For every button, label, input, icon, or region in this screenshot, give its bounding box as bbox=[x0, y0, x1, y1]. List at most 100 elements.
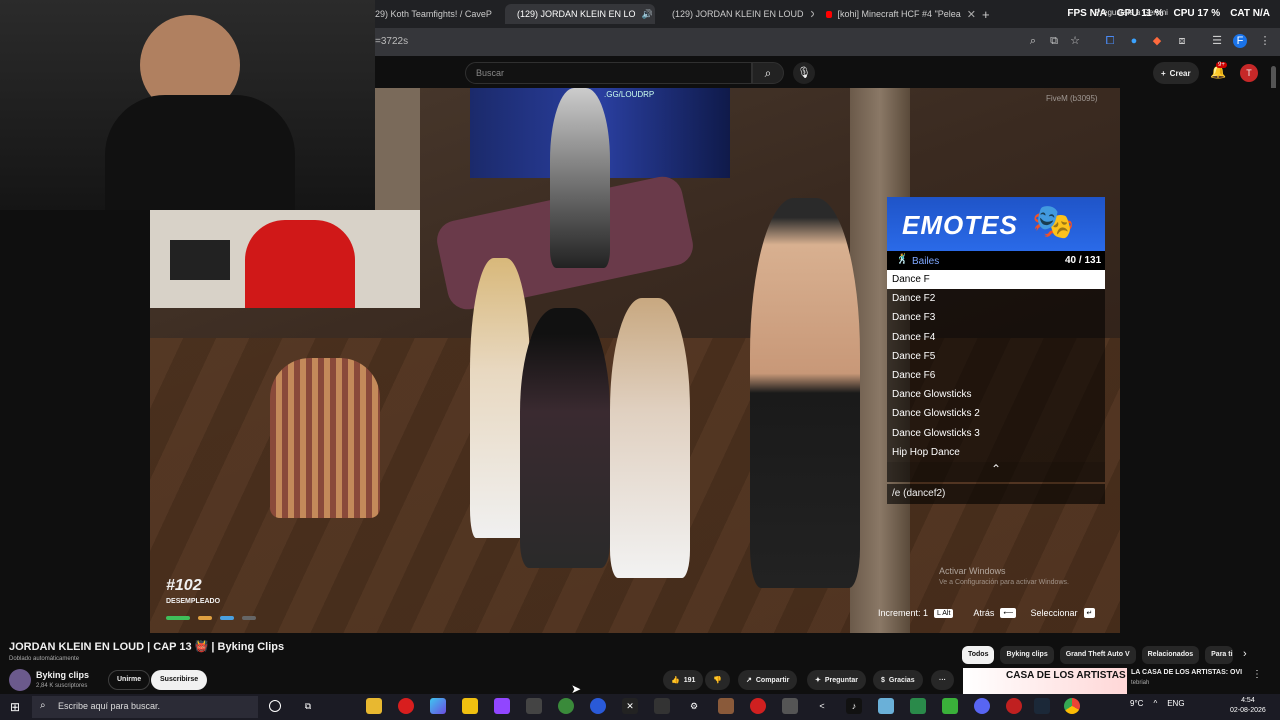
chevron-right-icon[interactable]: › bbox=[1243, 648, 1247, 660]
chip-gta[interactable]: Grand Theft Auto V bbox=[1059, 646, 1136, 664]
copilot-icon[interactable] bbox=[430, 698, 446, 714]
speaker-icon[interactable]: 🔊 bbox=[642, 9, 653, 20]
settings-gear-icon[interactable]: ⚙ bbox=[686, 698, 702, 714]
chip-all[interactable]: Todos bbox=[962, 646, 995, 664]
emote-item[interactable]: Hip Hop Dance bbox=[887, 442, 1105, 462]
emote-item[interactable]: Dance F4 bbox=[887, 327, 1105, 347]
stamina-bar bbox=[242, 616, 256, 620]
taskbar-clock[interactable]: 4:54 02-08-2026 bbox=[1230, 696, 1266, 716]
emote-command: /e (dancef2) bbox=[887, 484, 1105, 504]
mouse-cursor-icon: ➤ bbox=[571, 682, 582, 696]
app-icon[interactable] bbox=[718, 698, 734, 714]
chip-channel[interactable]: Byking clips bbox=[1000, 646, 1054, 664]
player-hud bbox=[166, 616, 276, 622]
browser-tab[interactable]: (129) JORDAN KLEIN EN LOUD ✕ bbox=[666, 4, 814, 24]
emote-item[interactable]: Dance Glowsticks 2 bbox=[887, 404, 1105, 424]
cortana-icon[interactable] bbox=[269, 700, 281, 712]
twitch-icon[interactable] bbox=[494, 698, 510, 714]
extension-icon[interactable]: ● bbox=[1127, 34, 1141, 48]
join-button[interactable]: Unirme bbox=[108, 670, 151, 690]
search-icon[interactable]: ⌕ bbox=[752, 62, 784, 84]
capcut-icon[interactable]: ✕ bbox=[622, 698, 638, 714]
dislike-button[interactable]: 👎 bbox=[705, 670, 730, 690]
close-icon[interactable]: ✕ bbox=[810, 8, 814, 21]
emote-item[interactable]: Dance F5 bbox=[887, 346, 1105, 366]
emote-item[interactable]: Dance Glowsticks bbox=[887, 385, 1105, 405]
app-icon[interactable] bbox=[782, 698, 798, 714]
new-tab-button[interactable]: + bbox=[982, 4, 996, 24]
notification-badge: 9+ bbox=[1216, 62, 1227, 68]
ask-button[interactable]: ✦ Preguntar bbox=[807, 670, 866, 690]
reading-list-icon[interactable]: ☰ bbox=[1210, 34, 1224, 48]
avatar[interactable]: T bbox=[1240, 64, 1258, 82]
file-explorer-icon[interactable] bbox=[366, 698, 382, 714]
search-input[interactable]: Buscar bbox=[465, 62, 752, 84]
task-view-icon[interactable]: ⧉ bbox=[300, 698, 316, 714]
microphone-icon[interactable]: 🎙 bbox=[793, 62, 815, 84]
close-icon[interactable]: ✕ bbox=[967, 8, 976, 21]
subscribe-button[interactable]: Suscribirse bbox=[151, 670, 208, 690]
steam-icon[interactable] bbox=[1034, 698, 1050, 714]
like-button[interactable]: 👍 191 bbox=[663, 670, 704, 690]
app-icon[interactable] bbox=[526, 698, 542, 714]
app-icon[interactable]: < bbox=[814, 698, 830, 714]
app-icon[interactable] bbox=[558, 698, 574, 714]
person-red-hoodie bbox=[245, 220, 355, 308]
chip-for-you[interactable]: Para ti bbox=[1205, 646, 1234, 664]
emote-item[interactable]: Dance F2 bbox=[887, 289, 1105, 309]
webcam-background bbox=[375, 88, 420, 210]
windows-start-icon[interactable]: ⊞ bbox=[10, 700, 20, 714]
menu-dots-icon[interactable]: ⋮ bbox=[1258, 34, 1272, 48]
app-icon[interactable] bbox=[878, 698, 894, 714]
minecraft-icon[interactable] bbox=[942, 698, 958, 714]
weather-readout[interactable]: 9°C bbox=[1130, 699, 1143, 708]
chip-related[interactable]: Relacionados bbox=[1141, 646, 1200, 664]
app-icon[interactable] bbox=[654, 698, 670, 714]
emotes-category: Bailes bbox=[912, 256, 940, 267]
app-icon[interactable] bbox=[750, 698, 766, 714]
browser-tab[interactable]: 29) Koth Teamfights! / CaveP✕ bbox=[375, 4, 495, 24]
sticky-notes-icon[interactable] bbox=[462, 698, 478, 714]
youtube-icon bbox=[826, 10, 832, 18]
right-sidebar bbox=[1120, 88, 1280, 633]
gemini-tooltip[interactable]: Preguntale a Gemini bbox=[1095, 8, 1168, 17]
tab-title: [kohi] Minecraft HCF #4 "Pelea bbox=[837, 9, 961, 19]
emote-item[interactable]: Dance F6 bbox=[887, 365, 1105, 386]
puzzle-icon[interactable]: ⧈ bbox=[1175, 34, 1189, 48]
emote-item[interactable]: Dance F3 bbox=[887, 308, 1105, 328]
thanks-button[interactable]: $ Gracias bbox=[873, 670, 923, 690]
opera-icon[interactable] bbox=[398, 698, 414, 714]
chevron-up-icon[interactable]: ^ bbox=[1153, 699, 1157, 708]
app-icon[interactable] bbox=[910, 698, 926, 714]
tab-title: 29) Koth Teamfights! / CaveP bbox=[375, 9, 492, 19]
translate-icon[interactable]: ⧠ bbox=[1103, 34, 1117, 48]
thirst-bar bbox=[220, 616, 234, 620]
app-icon[interactable] bbox=[1006, 698, 1022, 714]
zoom-icon[interactable]: ⌕ bbox=[1026, 34, 1040, 48]
browser-tab[interactable]: [kohi] Minecraft HCF #4 "Pelea ✕ bbox=[826, 4, 976, 24]
system-tray: 9°C ^ ENG bbox=[1130, 699, 1185, 708]
channel-avatar[interactable] bbox=[9, 669, 31, 691]
channel-name[interactable]: Byking clips bbox=[36, 670, 89, 680]
star-icon[interactable]: ☆ bbox=[1068, 34, 1082, 48]
emote-item[interactable]: Dance Glowsticks 3 bbox=[887, 423, 1105, 443]
chrome-icon[interactable] bbox=[1064, 698, 1080, 714]
url-text[interactable]: =3722s bbox=[375, 36, 408, 47]
profile-icon[interactable]: F bbox=[1233, 34, 1247, 48]
menu-dots-icon[interactable]: ⋮ bbox=[1252, 669, 1262, 680]
recommended-title[interactable]: LA CASA DE LOS ARTISTAS: OVI bbox=[1131, 669, 1242, 676]
game-character bbox=[750, 198, 860, 588]
emote-item[interactable]: Dance F bbox=[887, 270, 1105, 290]
install-icon[interactable]: ⧉ bbox=[1047, 34, 1061, 48]
zoom-app-icon[interactable] bbox=[590, 698, 606, 714]
browser-tab-active[interactable]: (129) JORDAN KLEIN EN LO 🔊 ✕ bbox=[505, 4, 655, 24]
more-actions-button[interactable]: ··· bbox=[931, 670, 954, 690]
create-button[interactable]: + Crear bbox=[1153, 62, 1199, 84]
taskbar-search-input[interactable]: Escribe aquí para buscar. bbox=[32, 696, 258, 718]
language-indicator[interactable]: ENG bbox=[1167, 699, 1184, 708]
extension-icon[interactable]: ◆ bbox=[1150, 34, 1164, 48]
player-job: DESEMPLEADO bbox=[166, 598, 221, 605]
tiktok-icon[interactable]: ♪ bbox=[846, 698, 862, 714]
discord-icon[interactable] bbox=[974, 698, 990, 714]
share-button[interactable]: ↗ Compartir bbox=[738, 670, 798, 690]
